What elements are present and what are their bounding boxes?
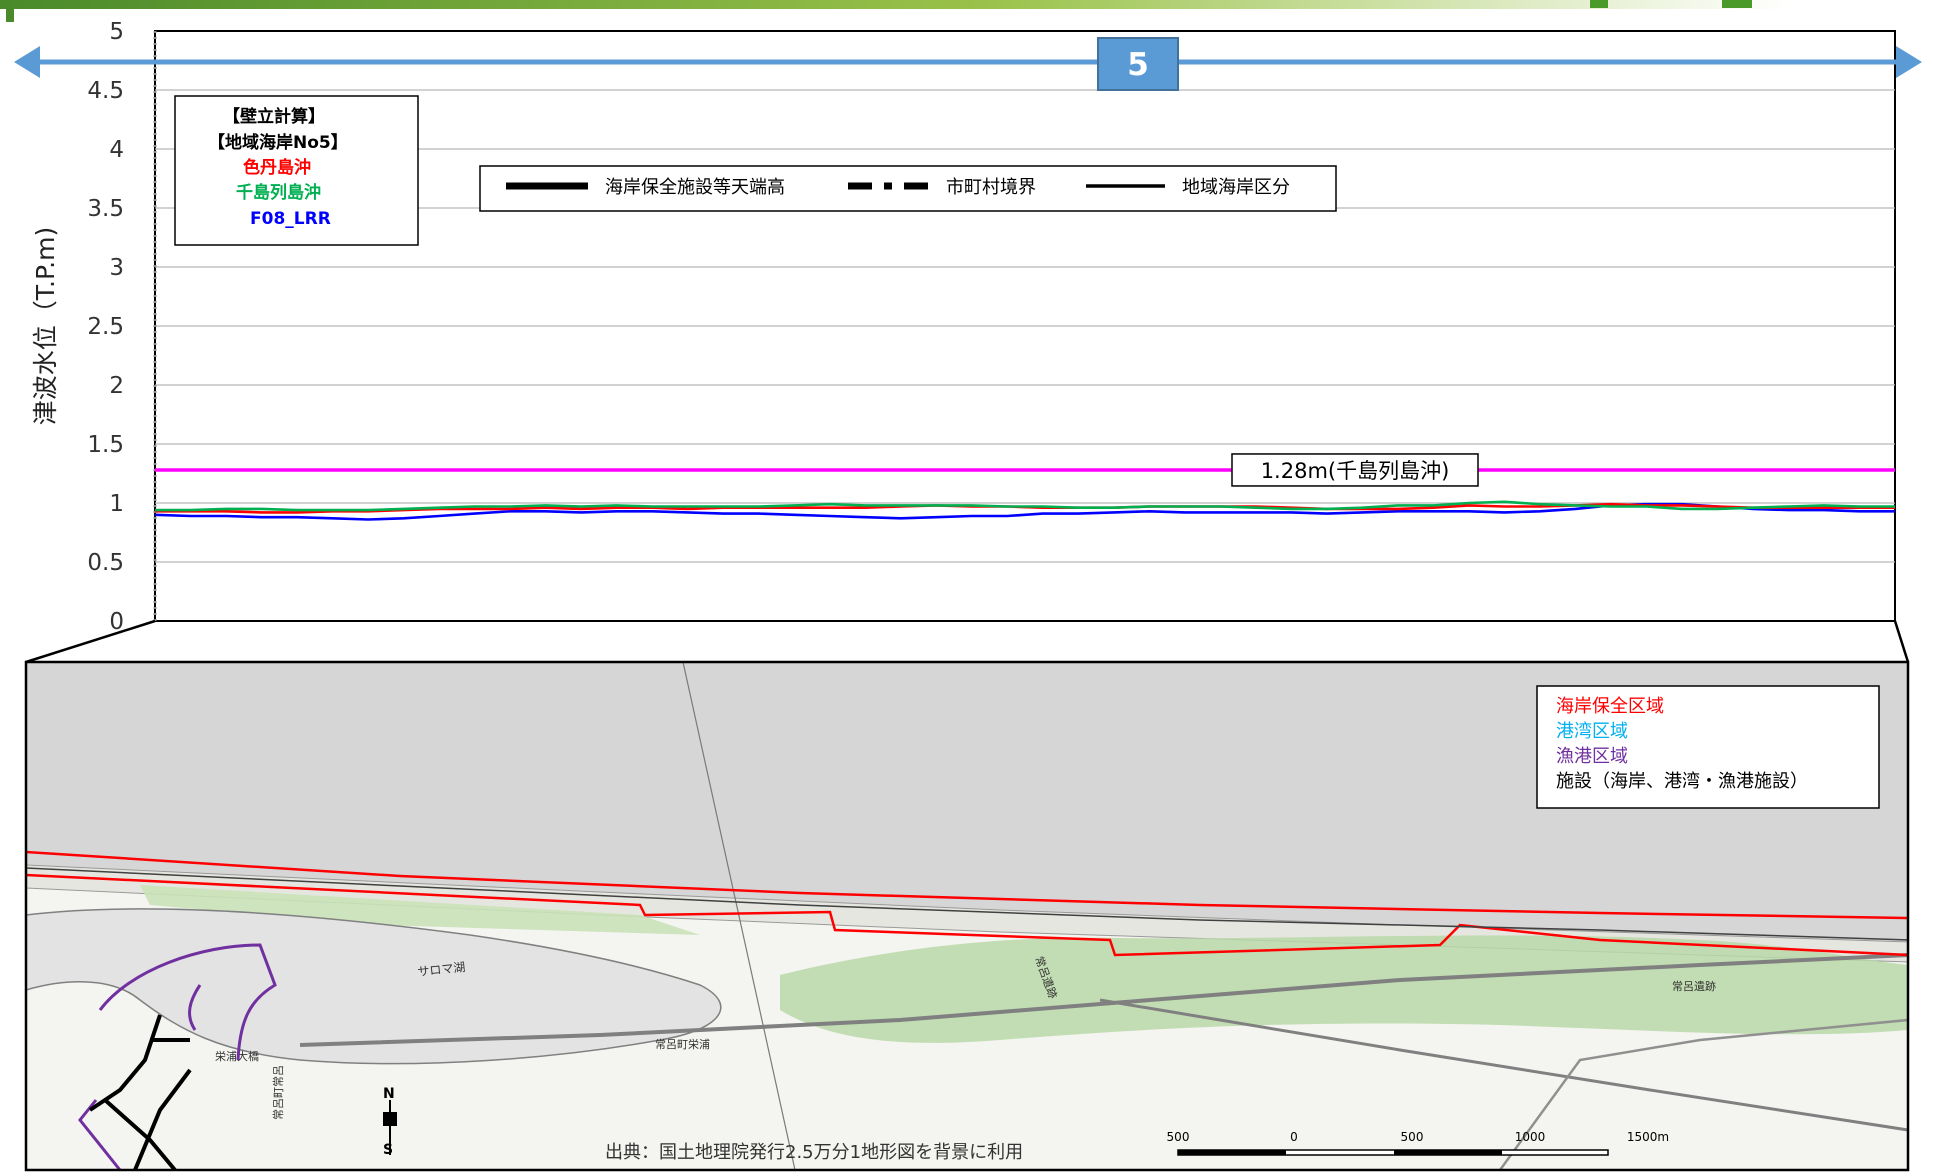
- map-source-credit: 出典：国土地理院発行2.5万分1地形図を背景に利用: [605, 1142, 1023, 1163]
- scale-tick-1: 500: [1167, 1130, 1190, 1144]
- y-tick-label: 4.5: [87, 78, 124, 104]
- legend-crest-label: 海岸保全施設等天端高: [605, 177, 785, 198]
- y-tick-label: 2: [109, 373, 124, 399]
- scale-tick-3: 500: [1401, 1130, 1424, 1144]
- header-bar: [0, 0, 1790, 9]
- y-tick-label: 3: [109, 255, 124, 281]
- y-tick-label: 0.5: [87, 550, 124, 576]
- reference-line-label: 1.28m(千島列島沖): [1261, 459, 1450, 483]
- chart-legend: 海岸保全施設等天端高 市町村境界 地域海岸区分: [479, 165, 1337, 212]
- header-corner: [6, 0, 14, 22]
- map-legend-facility: 施設（海岸、港湾・漁港施設）: [1556, 771, 1808, 792]
- south-label: S: [383, 1142, 393, 1158]
- y-tick-label: 3.5: [87, 196, 124, 222]
- y-tick-label: 2.5: [87, 314, 124, 340]
- legend-division-label: 地域海岸区分: [1182, 177, 1290, 198]
- scale-tick-5: 1500m: [1627, 1130, 1669, 1144]
- ruins-label-2: 常呂遺跡: [1672, 979, 1716, 993]
- map-legend-coast: 海岸保全区域: [1556, 696, 1664, 717]
- info-line-3: 色丹島沖: [243, 157, 311, 178]
- legend-boundary-label: 市町村境界: [946, 177, 1036, 198]
- header-mark-2: [1722, 0, 1752, 8]
- zoom-connector-right: [1893, 620, 1910, 663]
- y-tick-labels: 00.511.522.533.544.55: [87, 19, 124, 635]
- info-line-4: 千島列島沖: [236, 182, 321, 203]
- town2-label: 常呂町常呂: [272, 1065, 285, 1120]
- calculation-info-box: 【壁立計算】 【地域海岸No5】 色丹島沖 千島列島沖 F08_LRR: [174, 95, 419, 246]
- y-tick-label: 1.5: [87, 432, 124, 458]
- zoom-connector-left: [25, 619, 156, 664]
- y-tick-label: 5: [109, 19, 124, 45]
- info-line-5: F08_LRR: [250, 209, 331, 229]
- section-badge-label: 5: [1127, 47, 1149, 83]
- y-tick-label: 4: [109, 137, 124, 163]
- tsunami-figure: 0 0.5 1 1.5 2 2.5 3 3.5 4 4.5 5 津波水位（T.P.m) 5 【壁立計…: [0, 0, 1922, 1172]
- y-tick-label: 1: [109, 491, 124, 517]
- map-legend-fishing: 漁港区域: [1556, 746, 1628, 767]
- y-axis-label: 津波水位（T.P.m): [31, 227, 60, 426]
- chart: 00.511.522.533.544.55 津波水位（T.P.m) 5 【壁立計…: [14, 19, 1922, 635]
- header-mark-1: [1590, 0, 1608, 8]
- north-label: N: [383, 1086, 395, 1102]
- scale-tick-2: 0: [1290, 1130, 1298, 1144]
- town-label: 常呂町栄浦: [655, 1037, 710, 1051]
- scale-tick-4: 1000: [1515, 1130, 1546, 1144]
- topographic-map: サロマ湖 栄浦大橋 常呂町栄浦 常呂町常呂 常呂遺跡 常呂遺跡 N S 500 …: [24, 660, 1910, 1172]
- map-legend-port: 港湾区域: [1556, 721, 1628, 742]
- map-legend: 海岸保全区域 港湾区域 漁港区域 施設（海岸、港湾・漁港施設）: [1536, 685, 1880, 809]
- info-line-2: 【地域海岸No5】: [208, 132, 348, 153]
- info-line-1: 【壁立計算】: [223, 106, 325, 127]
